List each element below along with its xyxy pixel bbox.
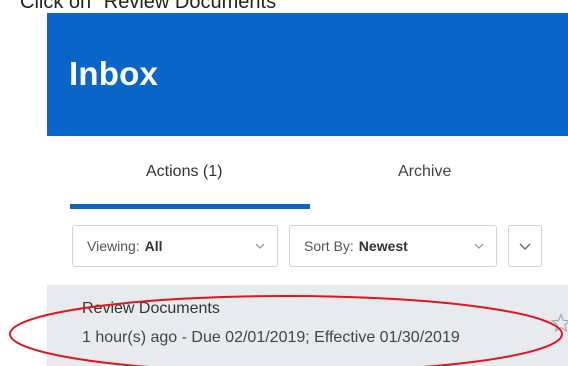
tab-archive[interactable]: Archive (398, 163, 451, 181)
chevron-down-icon (519, 243, 531, 250)
tab-actions[interactable]: Actions (1) (146, 163, 222, 181)
inbox-tabs: Actions (1) Archive (47, 136, 568, 210)
sort-value: Newest (358, 238, 408, 254)
more-options-button[interactable] (508, 225, 542, 267)
inbox-item-review-documents[interactable]: Review Documents 1 hour(s) ago - Due 02/… (47, 285, 568, 366)
viewing-select[interactable]: Viewing: All (72, 225, 278, 267)
viewing-label: Viewing: (87, 238, 140, 254)
instruction-text: Click on "Review Documents" (20, 0, 284, 13)
viewing-value: All (144, 238, 163, 254)
sort-label: Sort By: (304, 238, 354, 254)
sort-select[interactable]: Sort By: Newest (289, 225, 497, 267)
chevron-down-icon (474, 243, 484, 249)
page-title: Inbox (69, 55, 158, 92)
inbox-header: Inbox (47, 13, 568, 136)
star-icon[interactable] (551, 313, 568, 333)
inbox-item-subtitle: 1 hour(s) ago - Due 02/01/2019; Effectiv… (82, 329, 460, 346)
filter-bar: Viewing: All Sort By: Newest (47, 210, 568, 285)
inbox-item-title[interactable]: Review Documents (82, 300, 220, 318)
active-tab-indicator (70, 204, 310, 209)
chevron-down-icon (255, 243, 265, 249)
